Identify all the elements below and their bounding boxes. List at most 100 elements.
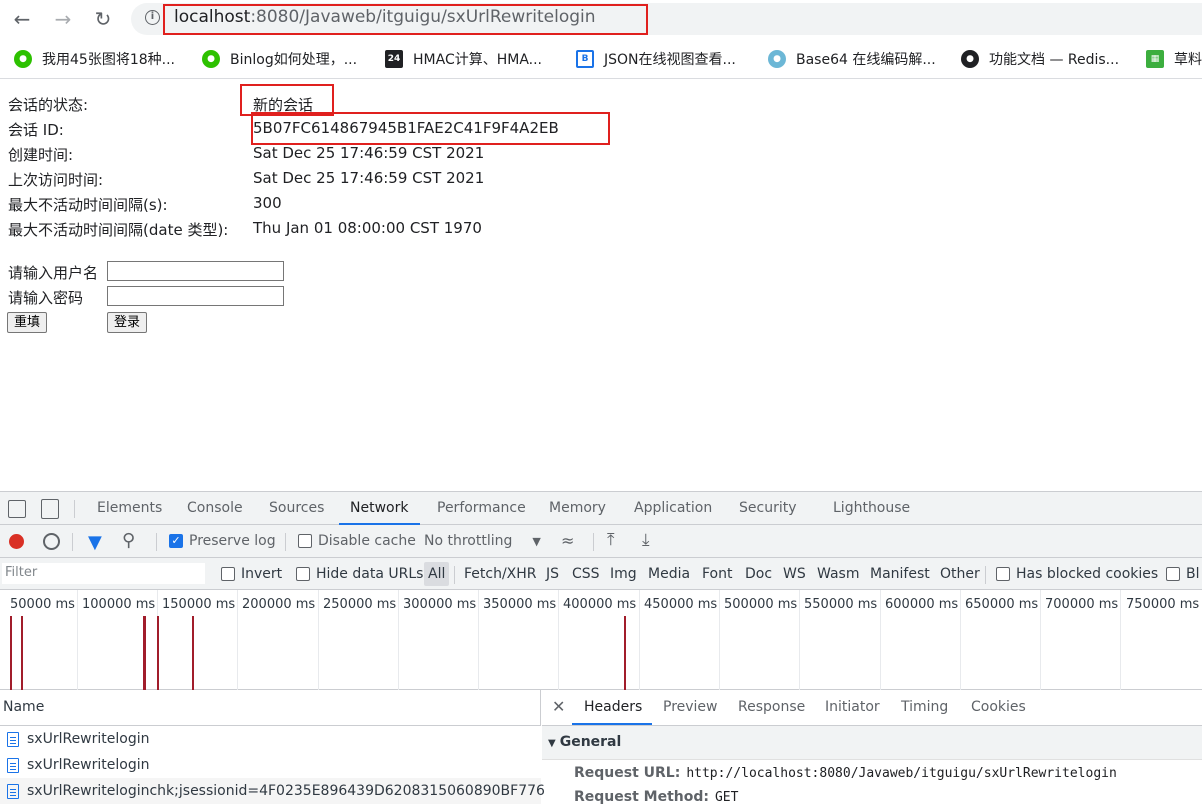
timeline-tick: 150000 ms	[162, 597, 236, 612]
filter-type-js[interactable]: JS	[546, 566, 559, 582]
blocked-requests-toggle[interactable]: Bl	[1166, 566, 1200, 582]
tab-application[interactable]: Application	[634, 500, 712, 516]
divider	[72, 533, 73, 551]
tab-timing[interactable]: Timing	[901, 699, 948, 715]
grid-line	[719, 590, 720, 690]
filter-funnel-icon[interactable]: ▼	[88, 532, 102, 553]
devtools-panel: Elements Console Sources Network Perform…	[0, 491, 1202, 805]
grid-line	[960, 590, 961, 690]
username-input[interactable]	[107, 261, 284, 281]
preserve-log-toggle[interactable]: ✓ Preserve log	[169, 533, 276, 549]
tab-sources[interactable]: Sources	[269, 500, 324, 516]
document-icon	[7, 783, 19, 799]
filter-type-fetch-xhr[interactable]: Fetch/XHR	[464, 566, 537, 582]
invert-toggle[interactable]: Invert	[221, 566, 282, 582]
request-bar[interactable]	[157, 616, 159, 690]
info-icon[interactable]: i	[145, 10, 160, 25]
inspect-element-icon[interactable]	[8, 500, 26, 518]
tab-network[interactable]: Network	[350, 500, 408, 516]
request-bar[interactable]	[143, 616, 146, 690]
filter-type-media[interactable]: Media	[648, 566, 690, 582]
filter-type-other[interactable]: Other	[940, 566, 980, 582]
session-state-label: 会话的状态:	[8, 96, 89, 114]
grid-line	[799, 590, 800, 690]
request-row[interactable]: sxUrlRewritelogin	[0, 752, 541, 778]
back-arrow-icon[interactable]: ←	[9, 6, 35, 32]
tab-initiator[interactable]: Initiator	[825, 699, 880, 715]
request-bar[interactable]	[624, 616, 626, 690]
clear-icon[interactable]	[43, 533, 60, 550]
tab-headers[interactable]: Headers	[584, 699, 642, 715]
tab-response[interactable]: Response	[738, 699, 805, 715]
request-bar[interactable]	[21, 616, 23, 690]
timeline-tick: 200000 ms	[242, 597, 316, 612]
throttling-select[interactable]: No throttling ▼	[424, 533, 541, 549]
has-blocked-cookies-toggle[interactable]: Has blocked cookies	[996, 566, 1158, 582]
timeline-tick: 700000 ms	[1045, 597, 1119, 612]
bookmark-item[interactable]: B JSON在线视图查看...	[576, 49, 736, 69]
bookmark-item[interactable]: ● Base64 在线编码解...	[768, 49, 936, 69]
reset-button[interactable]: 重填	[7, 312, 48, 333]
divider	[985, 566, 986, 584]
annotation-box-session-id	[251, 112, 610, 145]
tab-console[interactable]: Console	[187, 500, 243, 516]
disable-cache-label: Disable cache	[318, 533, 416, 549]
filter-type-img[interactable]: Img	[610, 566, 637, 582]
filter-type-ws[interactable]: WS	[783, 566, 806, 582]
tab-security[interactable]: Security	[739, 500, 797, 516]
hide-data-urls-toggle[interactable]: Hide data URLs	[296, 566, 423, 582]
tab-lighthouse[interactable]: Lighthouse	[833, 500, 910, 516]
request-bar[interactable]	[192, 616, 194, 690]
forward-arrow-icon[interactable]: →	[50, 6, 76, 32]
timeline-tick: 500000 ms	[724, 597, 798, 612]
export-har-icon[interactable]: ⤓	[642, 530, 650, 550]
request-row[interactable]: sxUrlRewriteloginchk;jsessionid=4F0235E8…	[0, 778, 545, 804]
filter-type-doc[interactable]: Doc	[745, 566, 772, 582]
request-bar[interactable]	[10, 616, 12, 690]
general-section-header[interactable]: ▼ General	[542, 726, 1202, 760]
request-name: sxUrlRewriteloginchk;jsessionid=4F0235E8…	[27, 783, 545, 799]
bookmark-item[interactable]: ▦ 草料	[1146, 49, 1202, 69]
close-icon[interactable]: ✕	[552, 697, 565, 716]
bookmark-label: Base64 在线编码解...	[796, 52, 936, 68]
tab-elements[interactable]: Elements	[97, 500, 162, 516]
filter-type-font[interactable]: Font	[702, 566, 732, 582]
password-input[interactable]	[107, 286, 284, 306]
document-icon	[7, 757, 19, 773]
filter-type-css[interactable]: CSS	[572, 566, 600, 582]
login-button[interactable]: 登录	[107, 312, 148, 333]
import-har-icon[interactable]: ⤒	[607, 530, 615, 550]
search-icon[interactable]: ⚲	[122, 530, 135, 551]
has-blocked-cookies-label: Has blocked cookies	[1016, 566, 1159, 582]
filter-input[interactable]: Filter	[2, 563, 205, 584]
filter-type-manifest[interactable]: Manifest	[870, 566, 930, 582]
bookmark-item[interactable]: ● 我用45张图将18种...	[14, 49, 175, 69]
last-access-label: 上次访问时间:	[8, 171, 104, 189]
password-label: 请输入密码	[8, 289, 84, 307]
grid-line	[318, 590, 319, 690]
tab-performance[interactable]: Performance	[437, 500, 526, 516]
record-icon[interactable]	[9, 534, 24, 549]
tab-cookies[interactable]: Cookies	[971, 699, 1026, 715]
created-time-label: 创建时间:	[8, 146, 74, 164]
document-icon	[7, 731, 19, 747]
request-row[interactable]: sxUrlRewritelogin	[0, 726, 541, 752]
divider	[454, 566, 455, 584]
disable-cache-toggle[interactable]: Disable cache	[298, 533, 416, 549]
bookmark-item[interactable]: 24 HMAC计算、HMA...	[385, 49, 542, 69]
device-toolbar-icon[interactable]	[41, 499, 59, 519]
name-column-header[interactable]: Name	[0, 690, 541, 726]
devtools-tabbar: Elements Console Sources Network Perform…	[0, 491, 1202, 525]
tab-preview[interactable]: Preview	[663, 699, 718, 715]
reload-icon[interactable]: ↻	[90, 6, 116, 32]
filter-type-wasm[interactable]: Wasm	[817, 566, 859, 582]
timeline-tick: 450000 ms	[644, 597, 718, 612]
wechat-icon: ●	[14, 50, 32, 68]
filter-type-all[interactable]: All	[424, 562, 450, 586]
bookmark-item[interactable]: ● 功能文档 — Redis...	[961, 49, 1119, 69]
general-section-title: General	[559, 734, 622, 750]
bookmark-item[interactable]: ● Binlog如何处理，...	[202, 49, 357, 69]
network-timeline: 50000 ms 100000 ms 150000 ms 200000 ms 2…	[0, 590, 1202, 690]
network-conditions-icon[interactable]: ≈	[561, 531, 574, 550]
tab-memory[interactable]: Memory	[549, 500, 606, 516]
